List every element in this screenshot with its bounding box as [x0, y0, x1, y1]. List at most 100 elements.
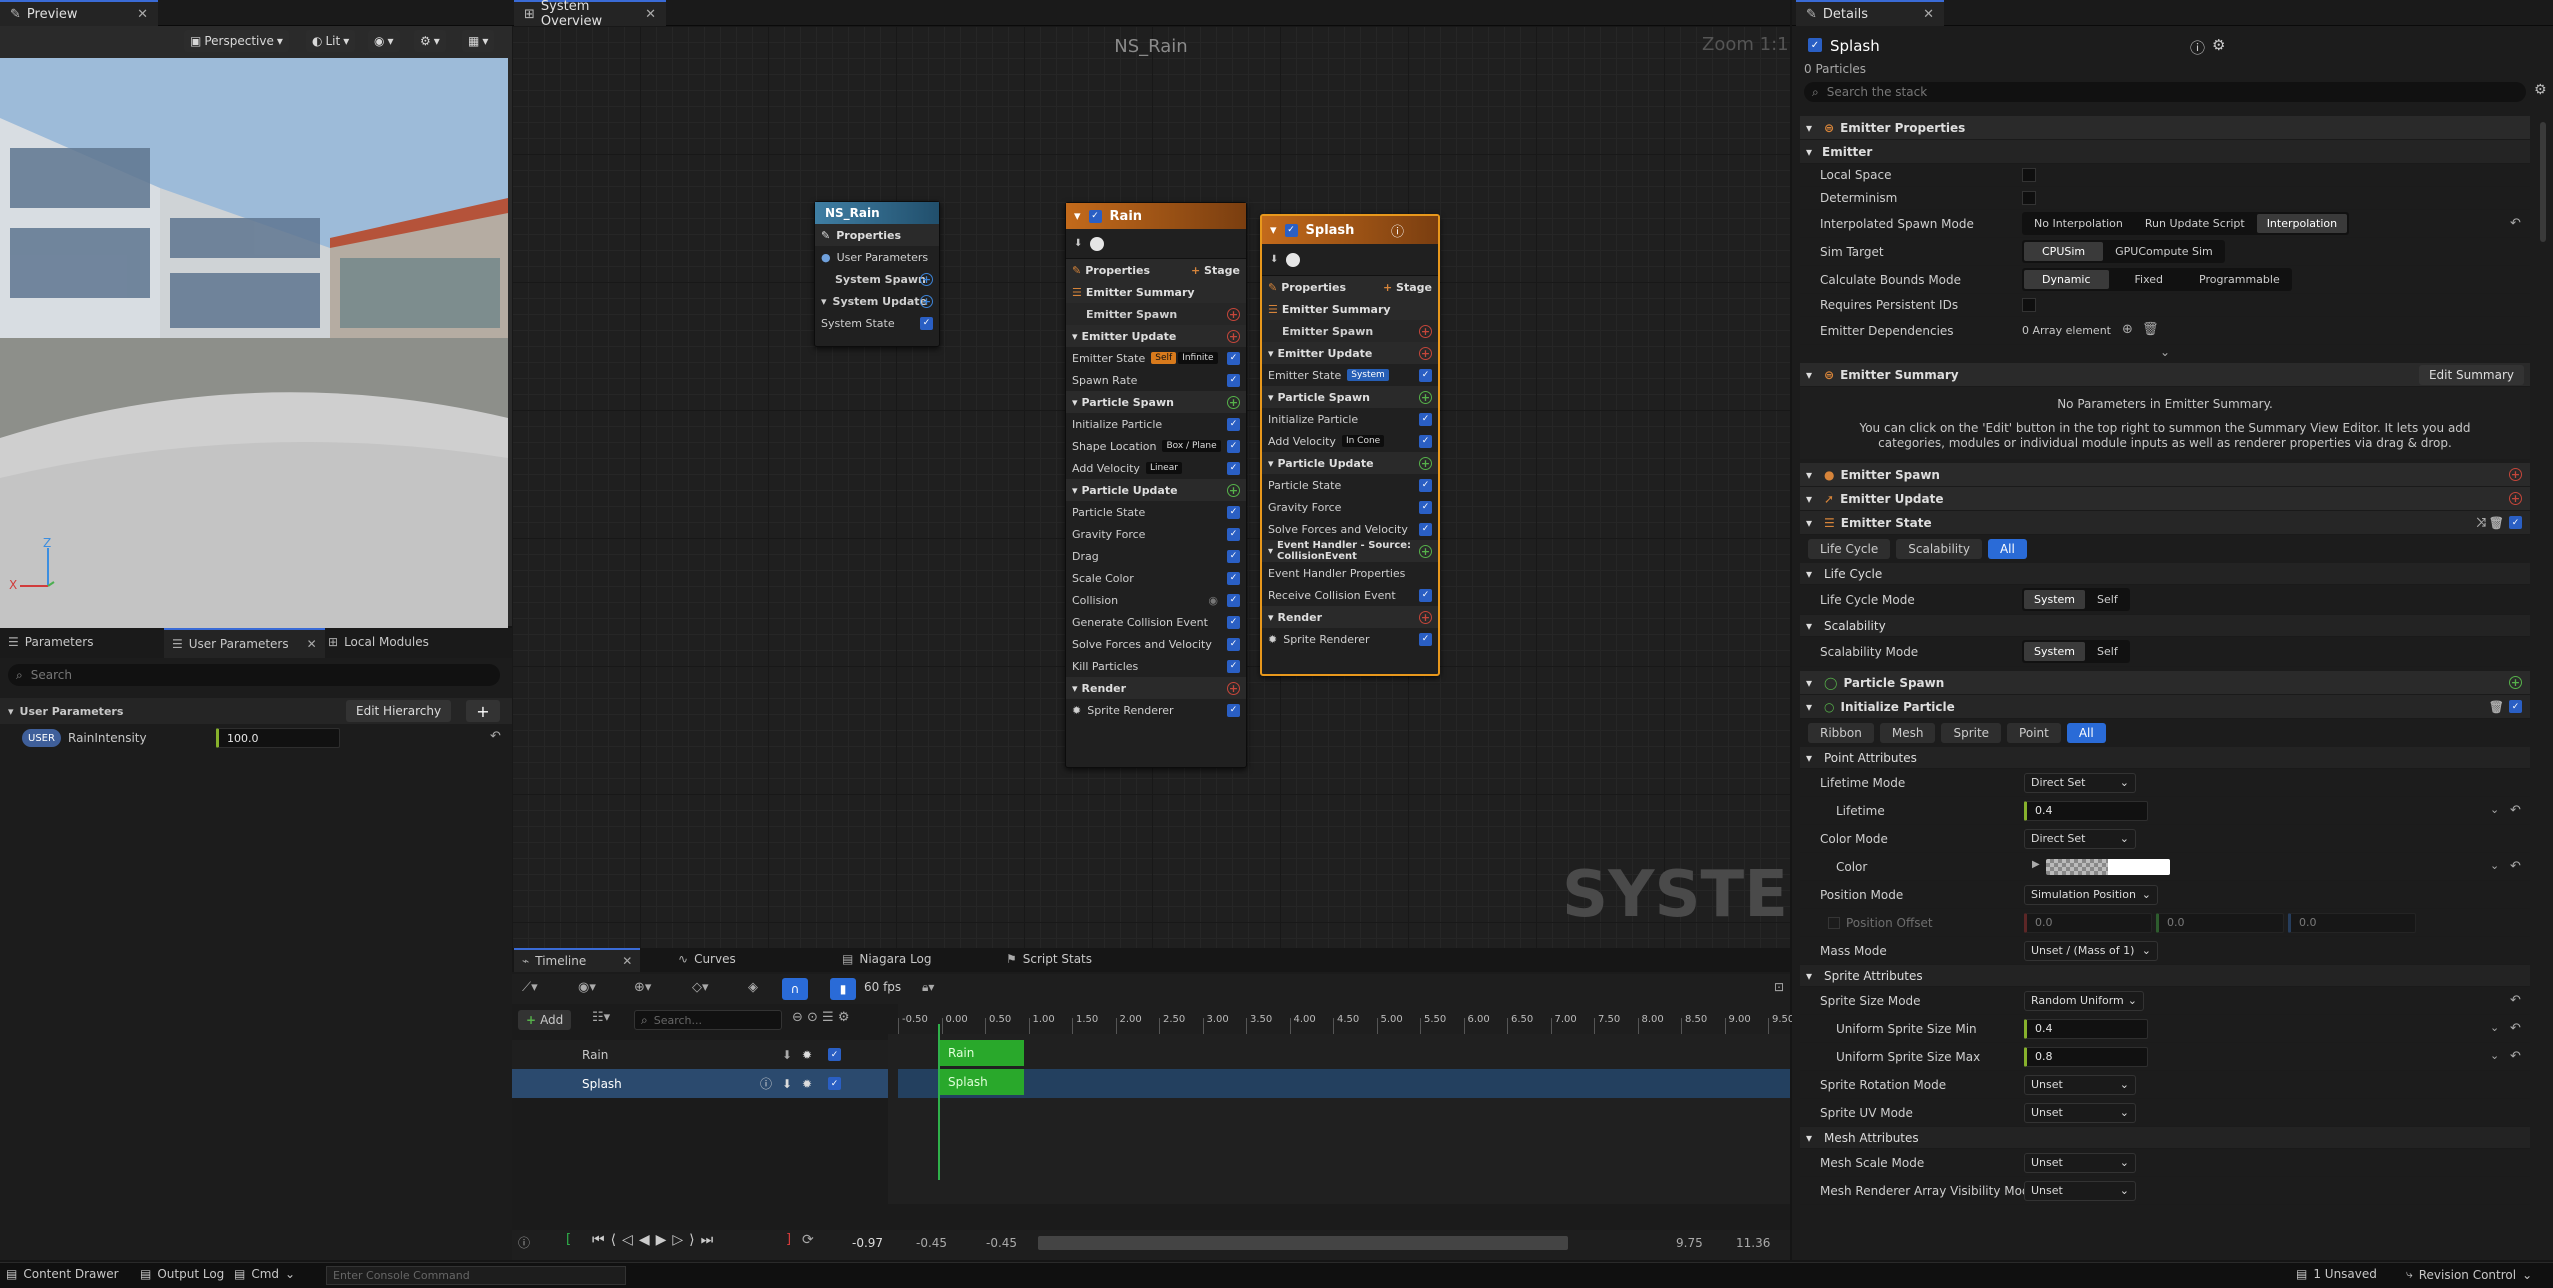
view-range-start[interactable]: -0.45	[916, 1236, 947, 1250]
rain-properties[interactable]: Properties	[1085, 264, 1150, 277]
enable-checkbox[interactable]: ✓	[1419, 368, 1432, 382]
module-gravity-force[interactable]: Gravity Force	[1268, 501, 1341, 514]
system-node[interactable]: NS_Rain ✎ Properties ● User Parameters Sys…	[814, 201, 940, 347]
tab-local-modules[interactable]: ⊞ Local Modules	[328, 635, 429, 649]
filter-icon[interactable]: ☷▾	[592, 1010, 610, 1025]
snap-to-frame-icon[interactable]: ▮	[830, 978, 856, 1000]
collapse-icon[interactable]: ▾	[1270, 223, 1277, 238]
module-receive-collision[interactable]: Receive Collision Event	[1268, 589, 1396, 602]
splash-render[interactable]: Render	[1278, 611, 1323, 624]
mass-mode-dropdown[interactable]: Unset / (Mass of 1) ⌄	[2024, 940, 2158, 961]
view-range-end[interactable]: 9.75	[1676, 1236, 1703, 1250]
mesh-visibility-dropdown[interactable]: Unset ⌄	[2024, 1180, 2136, 1201]
enable-checkbox[interactable]: ✓	[1227, 637, 1240, 651]
option-self[interactable]: Self	[2087, 590, 2128, 609]
enable-checkbox[interactable]: ✓	[1227, 439, 1240, 453]
key-icon[interactable]: ◇▾	[692, 980, 709, 995]
viewport[interactable]: ▣ Perspective ▾ ◐ Lit ▾ ◉ ▾ ⚙ ▾ ▦ ▾ Z X	[0, 26, 512, 650]
playhead[interactable]	[938, 1024, 940, 1180]
system-update[interactable]: System Update	[833, 295, 927, 308]
timeline-scrollbar[interactable]	[1038, 1236, 1568, 1250]
tab-preview[interactable]: ✎ Preview ✕	[0, 0, 158, 26]
rotation-mode-dropdown[interactable]: Unset ⌄	[2024, 1074, 2136, 1095]
add-icon[interactable]: +	[2509, 492, 2522, 505]
position-mode-dropdown[interactable]: Simulation Position ⌄	[2024, 884, 2158, 905]
add-icon[interactable]: +	[2509, 676, 2522, 689]
option-interpolation[interactable]: Interpolation	[2256, 214, 2348, 233]
enable-checkbox[interactable]: ✓	[2509, 516, 2522, 529]
enable-checkbox[interactable]: ✓	[828, 1077, 841, 1090]
enable-checkbox[interactable]: ✓	[1419, 478, 1432, 492]
enable-checkbox[interactable]: ✓	[1227, 659, 1240, 673]
reset-icon[interactable]: ↶	[2510, 1021, 2521, 1036]
enable-checkbox[interactable]: ✓	[1419, 412, 1432, 426]
shuffle-icon[interactable]: ⤨	[2476, 515, 2486, 530]
rain-emitter-update[interactable]: Emitter Update	[1082, 330, 1177, 343]
emitter-enable-checkbox[interactable]: ✓	[1808, 38, 1822, 52]
tab-user-parameters[interactable]: ☰ User Parameters ✕	[164, 628, 325, 658]
tab-system-overview[interactable]: ⊞ System Overview ✕	[514, 0, 666, 29]
gear-icon[interactable]: ⚙	[2212, 36, 2225, 54]
lifetime-mode-dropdown[interactable]: Direct Set ⌄	[2024, 772, 2136, 793]
section-initialize-particle[interactable]: ▾ ○ Initialize Particle 🗑︎ ✓	[1800, 695, 2530, 719]
persistent-ids-checkbox[interactable]	[2022, 298, 2036, 312]
section-particle-spawn[interactable]: ▾ ◯ Particle Spawn +	[1800, 671, 2530, 695]
option-fixed[interactable]: Fixed	[2111, 270, 2188, 289]
delete-icon[interactable]: 🗑︎	[2142, 322, 2159, 337]
splash-sprite-renderer[interactable]: Sprite Renderer	[1283, 633, 1369, 646]
system-user-parameters[interactable]: User Parameters	[837, 251, 929, 264]
filter-mesh[interactable]: Mesh	[1879, 723, 1936, 743]
reset-icon[interactable]: ↶	[2510, 859, 2521, 874]
delete-icon[interactable]: 🗑︎	[2489, 700, 2504, 714]
module-add-velocity[interactable]: Add Velocity	[1072, 462, 1140, 475]
mesh-scale-dropdown[interactable]: Unset ⌄	[2024, 1152, 2136, 1173]
option-cpusim[interactable]: CPUSim	[2024, 242, 2104, 261]
fps-selector[interactable]: 60 fps	[864, 980, 901, 994]
position-offset-checkbox[interactable]	[1828, 917, 1840, 929]
unsaved-button[interactable]: ▤ 1 Unsaved	[2296, 1267, 2377, 1281]
sprite-size-mode-dropdown[interactable]: Random Uniform ⌄	[2024, 990, 2144, 1011]
enable-checkbox[interactable]: ✓	[1419, 632, 1432, 646]
lit-button[interactable]: ◐ Lit ▾	[306, 30, 356, 52]
transport-controls[interactable]: ⏮⟨◁◀▶▷⟩⏭	[592, 1232, 719, 1248]
filter-scalability[interactable]: Scalability	[1896, 539, 1982, 559]
module-emitter-state[interactable]: Emitter State	[1072, 352, 1145, 365]
module-solve-forces[interactable]: Solve Forces and Velocity	[1268, 523, 1408, 536]
system-spawn[interactable]: System Spawn	[835, 273, 926, 286]
chevron-down-icon[interactable]: ⌄	[2490, 1049, 2499, 1062]
rain-sprite-renderer[interactable]: Sprite Renderer	[1087, 704, 1173, 717]
stack-search-input[interactable]: ⌕ Search the stack	[1804, 82, 2526, 102]
determinism-checkbox[interactable]	[2022, 191, 2036, 205]
module-collision[interactable]: Collision	[1072, 594, 1118, 607]
module-initialize-particle[interactable]: Initialize Particle	[1268, 413, 1358, 426]
enable-checkbox[interactable]: ✓	[1227, 615, 1240, 629]
enable-checkbox[interactable]: ✓	[1419, 434, 1432, 448]
section-emitter-spawn[interactable]: ▾ ● Emitter Spawn +	[1800, 463, 2530, 487]
uv-mode-dropdown[interactable]: Unset ⌄	[2024, 1102, 2136, 1123]
offset-z-field[interactable]: 0.0	[2288, 912, 2416, 933]
chevron-down-icon[interactable]: ⌄	[2490, 803, 2499, 816]
event-handler-properties[interactable]: Event Handler Properties	[1268, 567, 1405, 580]
rain-section-bar[interactable]: Rain	[938, 1040, 1024, 1066]
layout-button[interactable]: ▦ ▾	[462, 30, 495, 52]
eye-icon[interactable]: ◉	[1208, 594, 1218, 607]
rain-emitter-spawn[interactable]: Emitter Spawn	[1086, 308, 1177, 321]
chevron-down-icon[interactable]: ⌄	[2490, 1021, 2499, 1034]
tab-curves[interactable]: ∿ Curves	[678, 952, 736, 966]
splash-emitter-node[interactable]: ▾ ✓ Splash ⓘ ⬇ ✎ Properties + Stage ☰ Emitter…	[1260, 214, 1440, 676]
enable-checkbox[interactable]: ✓	[1227, 373, 1240, 387]
splash-section-bar[interactable]: Splash	[938, 1069, 1024, 1095]
track-rain[interactable]: Rain ⬇ ✹ ✓	[512, 1040, 888, 1069]
splash-emitter-summary[interactable]: Emitter Summary	[1282, 303, 1391, 316]
add-stage-button[interactable]: Stage	[1204, 264, 1240, 277]
edit-summary-button[interactable]: Edit Summary	[2418, 365, 2524, 385]
color-mode-dropdown[interactable]: Direct Set ⌄	[2024, 828, 2136, 849]
module-particle-state[interactable]: Particle State	[1072, 506, 1145, 519]
revision-control-button[interactable]: ⤷ Revision Control ⌄	[2406, 1267, 2532, 1282]
loop-icon[interactable]: ⟳	[802, 1232, 814, 1248]
module-spawn-rate[interactable]: Spawn Rate	[1072, 374, 1137, 387]
option-system[interactable]: System	[2024, 590, 2086, 609]
add-icon[interactable]: +	[1419, 390, 1432, 404]
size-min-field[interactable]: 0.4	[2024, 1018, 2148, 1039]
option-run-update-script[interactable]: Run Update Script	[2135, 214, 2255, 233]
